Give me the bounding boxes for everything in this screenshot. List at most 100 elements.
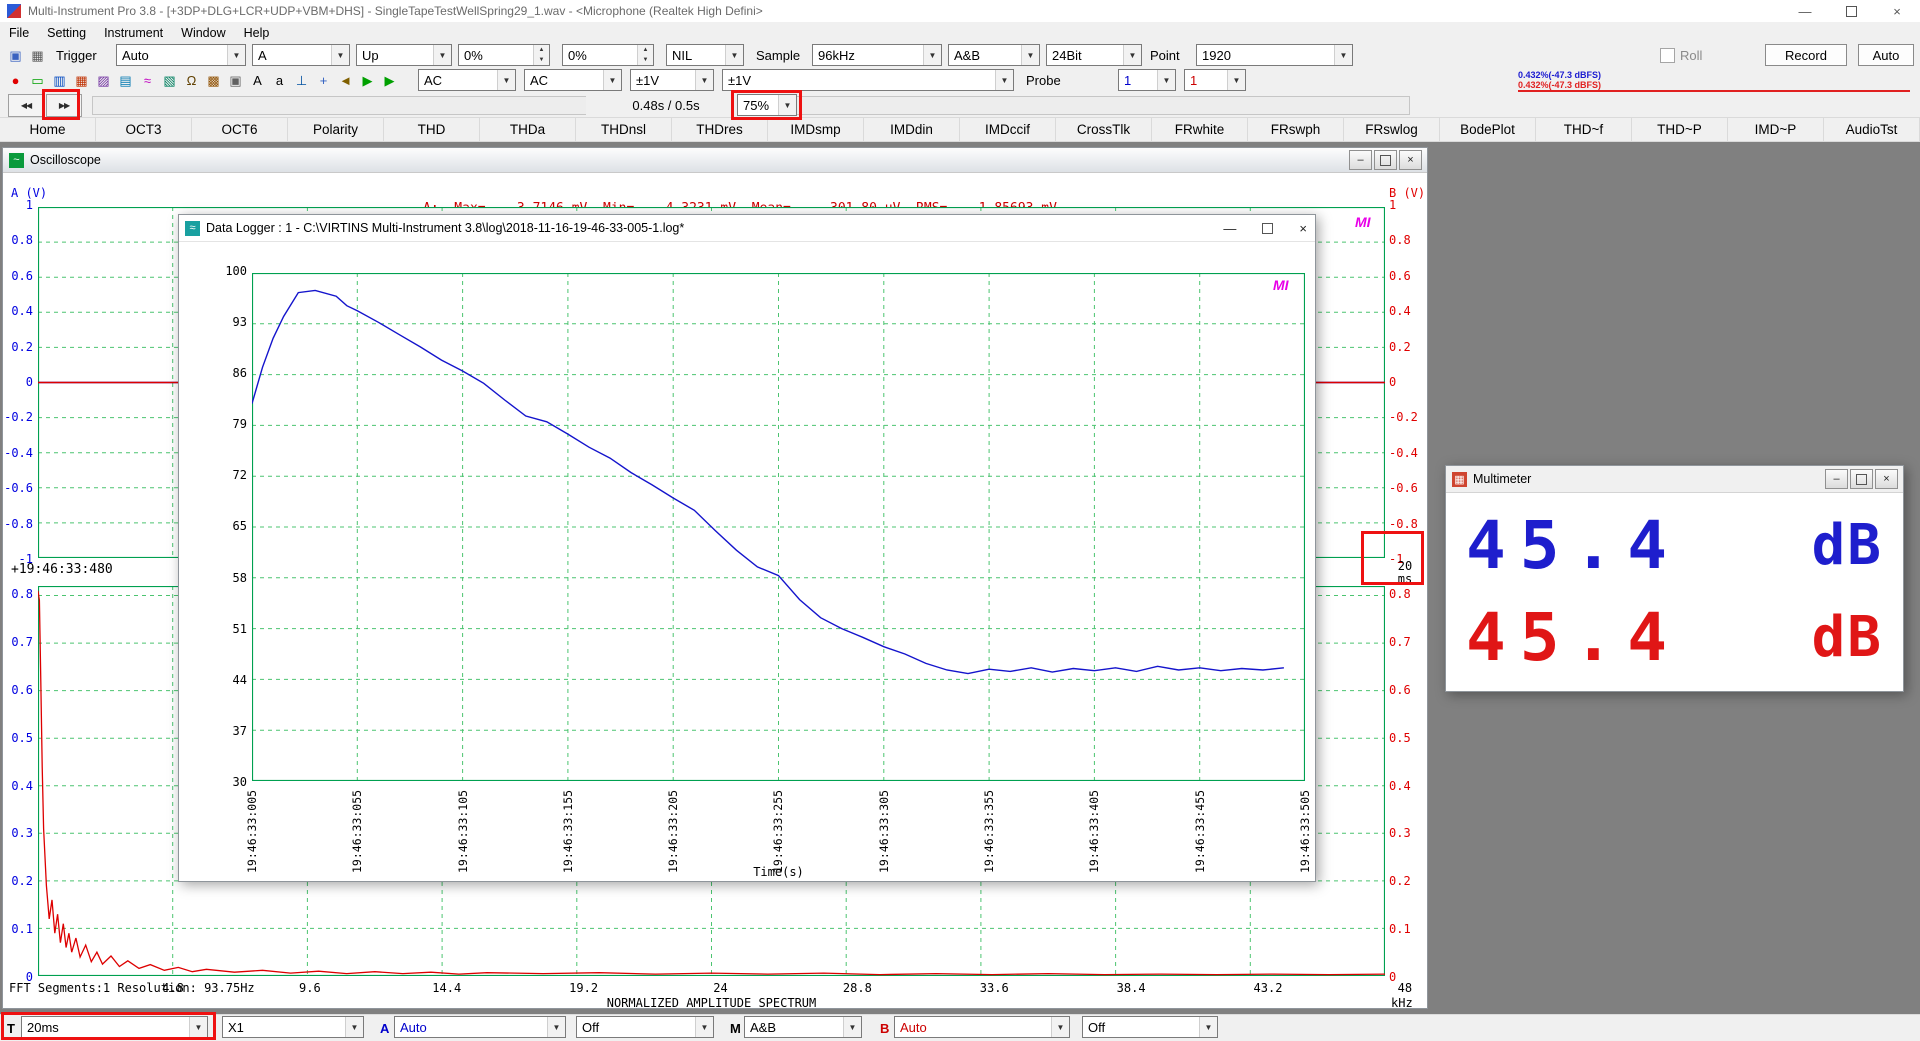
- rewind-button[interactable]: ◀◀: [8, 94, 44, 117]
- app-close-button[interactable]: ×: [1874, 0, 1920, 22]
- menu-item[interactable]: Help: [235, 26, 279, 40]
- trigger-delay-stepper[interactable]: 0% ▲▼: [562, 44, 654, 66]
- app-titlebar[interactable]: Multi-Instrument Pro 3.8 - [+3DP+DLG+LCR…: [0, 0, 1920, 23]
- ground-icon[interactable]: ⊥: [292, 71, 311, 90]
- input-range-a-select[interactable]: ±1V▼: [630, 69, 714, 91]
- channel-b-range-select[interactable]: Auto▼: [894, 1016, 1070, 1038]
- data-logger-titlebar[interactable]: ≈ Data Logger : 1 - C:\VIRTINS Multi-Ins…: [179, 215, 1315, 242]
- tab[interactable]: IMD~P: [1728, 117, 1824, 142]
- auto-scale-button[interactable]: Auto: [1858, 44, 1914, 66]
- logger-x-axis: 19:46:33:00519:46:33:05519:46:33:10519:4…: [243, 789, 1314, 873]
- play-icon[interactable]: ▶: [358, 71, 377, 90]
- app-maximize-button[interactable]: [1828, 0, 1874, 22]
- tab[interactable]: OCT3: [96, 117, 192, 142]
- tab[interactable]: IMDccif: [960, 117, 1056, 142]
- play-shifted-icon[interactable]: ▶: [380, 71, 399, 90]
- trigger-level-stepper[interactable]: 0% ▲▼: [458, 44, 550, 66]
- settings-wrench-icon[interactable]: +: [314, 71, 333, 90]
- speaker-icon[interactable]: ◄: [336, 71, 355, 90]
- tab[interactable]: THD: [384, 117, 480, 142]
- lcr-meter-icon[interactable]: Ω: [182, 71, 201, 90]
- tab[interactable]: OCT6: [192, 117, 288, 142]
- channel-b-coupling-select[interactable]: AC▼: [524, 69, 622, 91]
- spectrum-3d-plot-icon[interactable]: ▨: [94, 71, 113, 90]
- oscilloscope-icon[interactable]: ▭: [28, 71, 47, 90]
- sampling-points-select[interactable]: 1920▼: [1196, 44, 1353, 66]
- trigger-edge-select[interactable]: Up▼: [356, 44, 452, 66]
- font-increase-icon[interactable]: A: [248, 71, 267, 90]
- tab[interactable]: CrossTlk: [1056, 117, 1152, 142]
- tab[interactable]: FRswlog: [1344, 117, 1440, 142]
- multimeter-titlebar[interactable]: ▦ Multimeter – ×: [1446, 466, 1903, 493]
- menu-item[interactable]: Window: [172, 26, 234, 40]
- maximize-button[interactable]: [1850, 469, 1873, 489]
- trigger-mode-select[interactable]: Auto▼: [116, 44, 246, 66]
- axis-tick-label: 0.6: [11, 270, 33, 283]
- spin-up-icon[interactable]: ▲: [638, 45, 653, 55]
- sample-rate-select[interactable]: 96kHz▼: [812, 44, 942, 66]
- sweep-time-select[interactable]: 20ms▼: [21, 1016, 208, 1038]
- tab[interactable]: BodePlot: [1440, 117, 1536, 142]
- channel-a-filter-select[interactable]: Off▼: [576, 1016, 714, 1038]
- oscilloscope-titlebar[interactable]: ~ Oscilloscope – ×: [3, 148, 1427, 173]
- record-button[interactable]: Record: [1765, 44, 1847, 66]
- data-logger-icon[interactable]: ▤: [116, 71, 135, 90]
- device-test-plan-icon[interactable]: ▧: [160, 71, 179, 90]
- tab[interactable]: Polarity: [288, 117, 384, 142]
- tab[interactable]: THD~f: [1536, 117, 1632, 142]
- horizontal-zoom-select[interactable]: X1▼: [222, 1016, 364, 1038]
- tab[interactable]: THDnsl: [576, 117, 672, 142]
- menu-item[interactable]: Instrument: [95, 26, 172, 40]
- roll-checkbox[interactable]: Roll: [1660, 43, 1702, 68]
- close-button[interactable]: ×: [1875, 469, 1898, 489]
- channel-a-range-select[interactable]: Auto▼: [394, 1016, 566, 1038]
- maximize-button[interactable]: [1262, 223, 1273, 234]
- trigger-hpf-select[interactable]: NIL▼: [666, 44, 744, 66]
- tab[interactable]: IMDsmp: [768, 117, 864, 142]
- spectrum-analyzer-icon[interactable]: ▥: [50, 71, 69, 90]
- tab[interactable]: Home: [0, 117, 96, 142]
- playback-speed-select[interactable]: 75%▼: [737, 94, 797, 116]
- minimize-button[interactable]: –: [1825, 469, 1848, 489]
- view-summary-icon[interactable]: ▣: [6, 46, 25, 65]
- fast-forward-button[interactable]: ▶▶: [46, 94, 82, 117]
- tab[interactable]: AudioTst: [1824, 117, 1920, 142]
- multimeter-icon[interactable]: ▦: [72, 71, 91, 90]
- app-minimize-button[interactable]: —: [1782, 0, 1828, 22]
- tab[interactable]: IMDdin: [864, 117, 960, 142]
- tab[interactable]: FRwhite: [1152, 117, 1248, 142]
- multimeter-window: ▦ Multimeter – × 45.4 dB 45.4 dB: [1445, 465, 1904, 692]
- sampling-channels-select[interactable]: A&B▼: [948, 44, 1040, 66]
- channel-b-filter-select[interactable]: Off▼: [1082, 1016, 1218, 1038]
- spin-down-icon[interactable]: ▼: [638, 55, 653, 65]
- spectrum-left-axis: 0.80.70.60.50.40.30.20.10: [3, 588, 33, 984]
- minimize-button[interactable]: –: [1349, 150, 1372, 170]
- probe-b-select[interactable]: 1▼: [1184, 69, 1246, 91]
- axis-tick-label: 19:46:33:205: [664, 789, 682, 873]
- menu-item[interactable]: Setting: [38, 26, 95, 40]
- axis-tick-label: 19:46:33:055: [348, 789, 366, 873]
- channel-a-coupling-select[interactable]: AC▼: [418, 69, 516, 91]
- math-channel-select[interactable]: A&B▼: [744, 1016, 862, 1038]
- tab[interactable]: THDa: [480, 117, 576, 142]
- signal-generator-icon[interactable]: ≈: [138, 71, 157, 90]
- input-range-b-select[interactable]: ±1V▼: [722, 69, 1014, 91]
- bit-depth-select[interactable]: 24Bit▼: [1046, 44, 1142, 66]
- menu-item[interactable]: File: [0, 26, 38, 40]
- tab[interactable]: FRswph: [1248, 117, 1344, 142]
- tab[interactable]: THDres: [672, 117, 768, 142]
- derived-data-point-icon[interactable]: ▩: [204, 71, 223, 90]
- font-decrease-icon[interactable]: a: [270, 71, 289, 90]
- trigger-source-select[interactable]: A▼: [252, 44, 350, 66]
- save-icon[interactable]: ▦: [28, 46, 47, 65]
- close-button[interactable]: ×: [1299, 221, 1307, 236]
- spin-up-icon[interactable]: ▲: [534, 45, 549, 55]
- printer-icon[interactable]: ▣: [226, 71, 245, 90]
- close-button[interactable]: ×: [1399, 150, 1422, 170]
- minimize-button[interactable]: —: [1223, 221, 1236, 236]
- record-icon[interactable]: ●: [6, 71, 25, 90]
- tab[interactable]: THD~P: [1632, 117, 1728, 142]
- spin-down-icon[interactable]: ▼: [534, 55, 549, 65]
- probe-a-select[interactable]: 1▼: [1118, 69, 1176, 91]
- restore-button[interactable]: [1374, 150, 1397, 170]
